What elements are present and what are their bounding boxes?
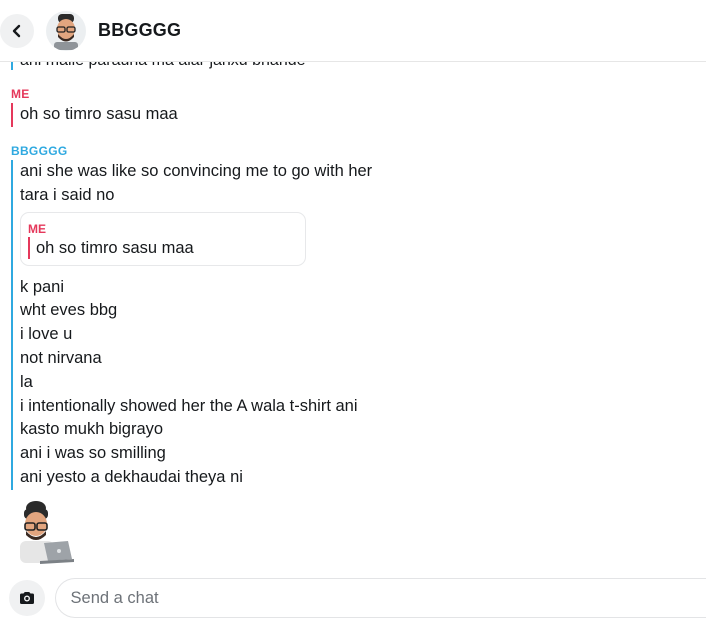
avatar[interactable] — [46, 10, 86, 51]
sender-label-friend: BBGGGG — [11, 144, 68, 158]
message-line: kasto mukh bigrayo — [20, 420, 164, 439]
quoted-message-card[interactable]: ME oh so timro sasu maa — [20, 211, 306, 266]
bitmoji-avatar-icon — [54, 13, 78, 50]
chevron-left-icon — [12, 24, 21, 37]
message-group-me: oh so timro sasu maa — [11, 103, 178, 127]
quoted-sender-label: ME — [28, 221, 46, 236]
quoted-message-text: oh so timro sasu maa — [28, 236, 305, 259]
camera-icon — [19, 592, 34, 604]
message-line: k pani — [20, 277, 65, 296]
back-button[interactable] — [0, 13, 34, 48]
message-line: ani she was like so convincing me to go … — [20, 162, 373, 180]
contact-name[interactable]: BBGGGG — [98, 20, 181, 41]
message-group-friend: ani she was like so convincing me to go … — [11, 160, 372, 490]
camera-button[interactable] — [9, 580, 45, 616]
chat-input[interactable] — [54, 578, 706, 618]
sender-label-me: ME — [11, 87, 30, 101]
message-line: ani yesto a dekhaudai theya ni — [20, 467, 243, 486]
chat-window: ani malle parauna ma alar janxu bhande M… — [0, 0, 706, 624]
chat-header: BBGGGG — [0, 0, 706, 62]
message-line: i love u — [20, 325, 73, 344]
message-line: not nirvana — [20, 348, 102, 367]
message-list[interactable]: ani malle parauna ma alar janxu bhande M… — [0, 44, 706, 572]
typing-bitmoji — [20, 501, 74, 564]
chat-composer — [0, 572, 706, 624]
message-line: tara i said no — [20, 185, 115, 204]
message-line: la — [20, 372, 33, 391]
message-line: i intentionally showed her the A wala t-… — [20, 396, 358, 415]
message-line: ani i was so smilling — [20, 444, 166, 463]
message-line: wht eves bbg — [20, 301, 118, 320]
message-line: oh so timro sasu maa — [20, 105, 178, 123]
